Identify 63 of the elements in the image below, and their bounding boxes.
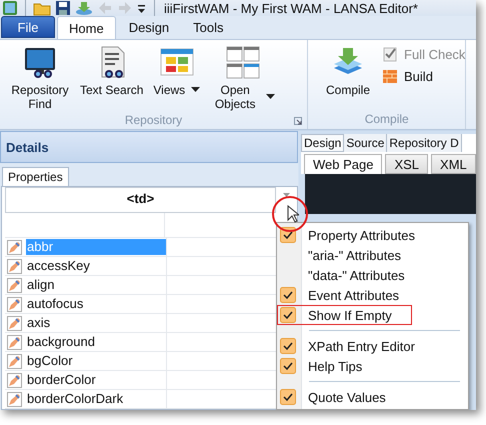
checkmark-icon [280,307,296,323]
ribbon-button[interactable]: Views [153,46,200,97]
pencil-icon [7,334,22,350]
property-name[interactable]: background [26,334,96,350]
checkmark-icon [280,287,296,303]
menu-item[interactable]: Property Attributes [277,225,468,245]
property-name[interactable]: bgColor [26,353,74,369]
pencil-icon [7,316,22,330]
pencil-icon [7,392,22,406]
menu-item[interactable]: Show If Empty [277,305,412,325]
dropdown-arrow-icon[interactable] [282,193,290,197]
annotation-circle [271,195,309,233]
pencil-icon [7,372,22,388]
save-icon[interactable] [55,0,71,16]
menu-item[interactable]: Event Attributes [277,285,468,305]
editor-tab[interactable]: Source [344,134,388,152]
editor-subtab[interactable]: XSL [385,154,428,174]
property-name[interactable]: axis [26,315,52,331]
pencil-icon [7,278,22,292]
monitor-binoculars-icon [22,46,58,79]
ribbon-button[interactable]: Build [382,68,466,84]
panel-tab[interactable]: Properties [2,167,69,186]
group-label: Repository [124,113,182,127]
pencil-icon [7,296,22,312]
menu-item[interactable]: "aria-" Attributes [277,245,468,265]
group-label: Compile [364,112,409,126]
pencil-icon [7,258,22,274]
caret-icon [266,94,276,100]
property-name[interactable]: accessKey [26,258,91,274]
file-tab[interactable]: File [1,16,55,38]
property-name[interactable]: autofocus [26,296,84,312]
ribbon-button[interactable]: Text Search [80,46,144,97]
element-name: <td> [5,187,276,213]
checkmark-icon [280,389,296,405]
menu-item[interactable]: "data-" Attributes [277,265,468,285]
dialog-launcher-icon[interactable] [294,117,302,125]
check-document-icon [382,46,398,62]
editor-subtab[interactable]: XML [431,154,476,174]
property-name[interactable]: borderColor [26,372,97,388]
pencil-icon [7,240,22,254]
windows-grid-icon [224,46,261,79]
app-icon[interactable] [2,0,18,16]
ribbon-button[interactable]: Repository Find [10,46,70,111]
menu-item[interactable]: Help Tips [277,356,468,376]
window-title: iiiFirstWAM - My First WAM - LANSA Editor* [164,0,418,16]
ribbon-button[interactable]: Open Objects [210,46,276,111]
editor-subtab[interactable]: Web Page [304,154,382,174]
menu-item[interactable]: XPath Entry Editor [277,336,468,356]
caret-icon [191,87,200,93]
editor-tab[interactable]: Repository D [387,134,462,152]
checkmark-icon [280,358,296,374]
ribbon-tab[interactable]: Home [57,16,116,39]
bricks-icon [382,68,398,84]
property-name[interactable]: align [26,277,56,293]
menu-item[interactable]: Quote Values [277,387,468,407]
ribbon-button[interactable]: Compile [326,46,370,97]
pencil-icon [7,354,22,368]
editor-tab[interactable]: Design [301,134,344,152]
panel-header: Details [0,131,298,163]
property-name[interactable]: borderColorDark [26,391,124,407]
checkmark-icon [280,338,296,354]
ribbon-tab[interactable]: Design [118,16,180,39]
ribbon-tab[interactable]: Tools [182,16,235,39]
